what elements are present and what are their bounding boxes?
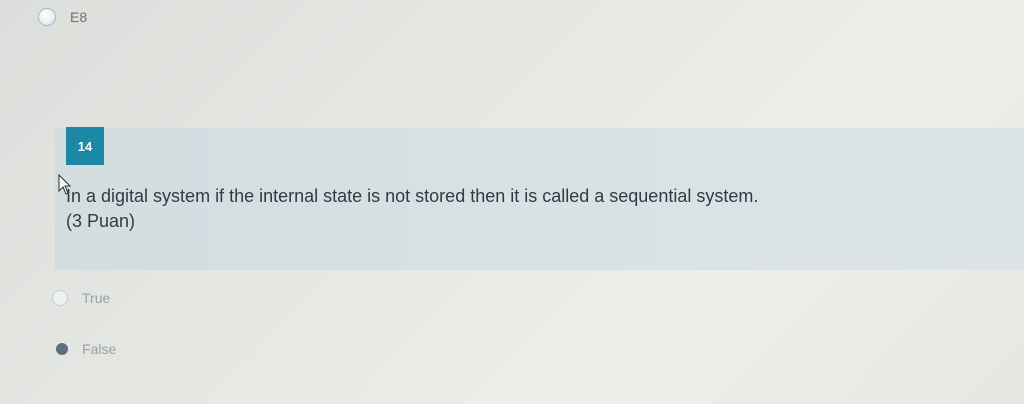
answer-option-true[interactable]: True [52,290,110,306]
previous-answer-option[interactable]: E8 [38,8,87,26]
radio-button[interactable] [52,290,68,306]
radio-button-selected[interactable] [56,343,68,355]
question-text-block: In a digital system if the internal stat… [66,184,966,234]
option-label: False [82,341,117,357]
option-label: True [82,290,111,306]
radio-button[interactable] [38,8,56,26]
question-number-badge: 14 [66,127,104,165]
option-label: E8 [70,9,88,25]
question-points: (3 Puan) [66,211,136,231]
question-text: In a digital system if the internal stat… [66,186,759,206]
answer-option-false[interactable]: False [56,341,116,357]
mouse-cursor-icon [58,174,72,195]
